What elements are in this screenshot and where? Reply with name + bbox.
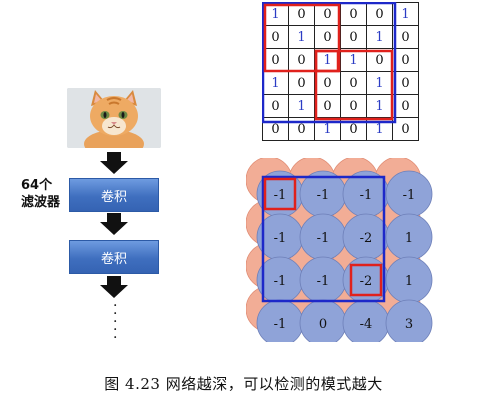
conv-layer-box-1: 卷积 xyxy=(69,178,159,212)
feature-map: -1 -1 -1 -1 -1 -1 -2 1 -1 -1 -2 1 -1 0 -4 3 xyxy=(246,158,433,342)
conv-layer-label: 卷积 xyxy=(100,189,127,205)
continuation-glyph: · · · · · xyxy=(113,298,118,346)
down-arrow-icon xyxy=(100,213,128,235)
feature-map-value: 0 xyxy=(319,317,327,332)
feature-map-value: -2 xyxy=(360,274,373,289)
blue-receptive-field xyxy=(262,2,397,124)
feature-map-value: -1 xyxy=(317,274,330,289)
down-arrow-icon xyxy=(100,152,128,174)
feature-map-value: -1 xyxy=(360,188,373,203)
feature-map-value: 3 xyxy=(405,317,413,332)
figure-caption: 图 4.23 网络越深，可以检测的模式越大 xyxy=(104,375,383,393)
feature-map-value: -1 xyxy=(274,317,287,332)
down-arrow-icon xyxy=(100,276,128,298)
red-single-cell-window xyxy=(314,49,340,73)
conv-layer-box-2: 卷积 xyxy=(69,240,159,274)
feature-map-value: -1 xyxy=(317,188,330,203)
feature-map-value: -1 xyxy=(317,231,330,246)
red-filter-window-bottom xyxy=(314,49,394,121)
conv-layer-label: 卷积 xyxy=(100,251,127,267)
feature-map-value: -1 xyxy=(274,231,287,246)
red-filter-window-top xyxy=(263,3,341,73)
filter-count-label: 64个 滤波器 xyxy=(21,177,61,211)
feature-map-value: -1 xyxy=(274,274,287,289)
feature-map-value: 1 xyxy=(405,231,413,246)
feature-map-value: -4 xyxy=(360,317,373,332)
feature-map-value: -2 xyxy=(360,231,373,246)
feature-map-value: 1 xyxy=(405,274,413,289)
filter-count-line-1: 64个 xyxy=(21,178,53,193)
cat-image xyxy=(67,88,161,148)
feature-map-value: -1 xyxy=(403,188,416,203)
feature-map-value: -1 xyxy=(274,188,287,203)
input-grid-overlay xyxy=(262,2,397,124)
filter-count-line-2: 滤波器 xyxy=(21,195,61,210)
continuation-dots: · · · · · xyxy=(113,299,119,345)
